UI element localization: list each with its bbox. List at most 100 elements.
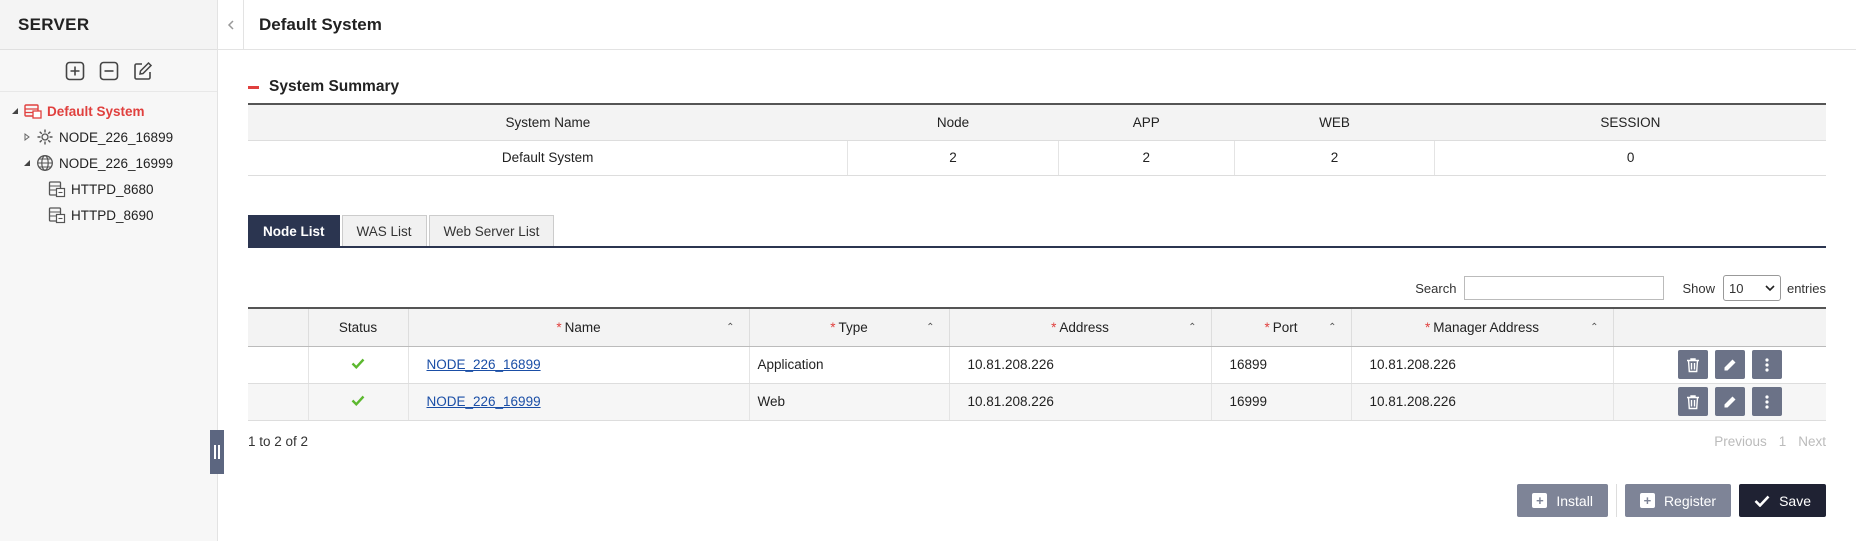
table-header-row: Status * Name ⌃ * Type ⌃ * Address ⌃ * Port ⌃ * M… <box>248 307 1826 347</box>
install-button[interactable]: + Install <box>1517 484 1608 517</box>
col-name-label: Name <box>564 319 601 335</box>
col-type[interactable]: * Type ⌃ <box>749 307 950 347</box>
summary-row: Default System 2 2 2 0 <box>248 140 1826 176</box>
entries-select[interactable]: 10 <box>1722 275 1781 301</box>
pencil-icon[interactable] <box>1714 350 1745 379</box>
address-cell: 10.81.208.226 <box>949 383 1212 421</box>
chevron-left-icon <box>227 19 234 30</box>
tab-was-list[interactable]: WAS List <box>341 215 427 246</box>
summary-col-system-name: System Name <box>248 103 848 141</box>
tree-item-label: NODE_226_16899 <box>59 129 174 145</box>
tree-item-default-system[interactable]: Default System <box>0 98 217 124</box>
plus-square-icon[interactable] <box>64 60 86 82</box>
save-button-label: Save <box>1779 492 1811 509</box>
pagination-page[interactable]: 1 <box>1779 434 1787 449</box>
table-info: 1 to 2 of 2 <box>248 434 309 449</box>
col-name[interactable]: * Name ⌃ <box>408 307 750 347</box>
server-icon <box>48 206 66 224</box>
more-vertical-icon[interactable] <box>1751 350 1782 379</box>
col-port-label: Port <box>1272 319 1298 335</box>
type-cell: Application <box>749 346 950 384</box>
tree-item-node-16999[interactable]: NODE_226_16999 <box>0 150 217 176</box>
show-label: Show <box>1682 280 1715 296</box>
list-tabs: Node List WAS List Web Server List <box>248 215 1826 248</box>
sort-up-icon[interactable]: ⌃ <box>1188 322 1196 333</box>
summary-cell: 2 <box>847 140 1059 176</box>
footer-actions: + Install + Register Save <box>1517 484 1826 517</box>
register-button[interactable]: + Register <box>1624 484 1732 517</box>
tab-web-server-list[interactable]: Web Server List <box>428 215 555 246</box>
summary-col-app: APP <box>1058 103 1235 141</box>
port-cell: 16899 <box>1211 346 1352 384</box>
pagination-next[interactable]: Next <box>1798 434 1826 449</box>
col-address[interactable]: * Address ⌃ <box>949 307 1212 347</box>
tab-node-list[interactable]: Node List <box>248 215 340 246</box>
gear-icon <box>36 128 54 146</box>
col-status: Status <box>308 307 409 347</box>
caret-down-icon[interactable] <box>22 158 32 168</box>
summary-col-web: WEB <box>1234 103 1435 141</box>
row-select-cell[interactable] <box>248 346 309 384</box>
pagination-previous[interactable]: Previous <box>1714 434 1767 449</box>
node-name-link[interactable]: NODE_226_16999 <box>427 394 541 409</box>
tree-item-label: Default System <box>47 103 145 119</box>
plus-icon: + <box>1532 493 1548 508</box>
table-row[interactable]: NODE_226_16999 Web 10.81.208.226 16999 1… <box>248 383 1826 421</box>
sort-up-icon[interactable]: ⌃ <box>1328 322 1336 333</box>
sidebar: SERVER Default System NODE_226_16899 NOD… <box>0 0 218 541</box>
system-summary-table: System Name Node APP WEB SESSION Default… <box>248 103 1826 176</box>
name-cell: NODE_226_16999 <box>408 383 750 421</box>
system-icon <box>24 102 42 120</box>
panel-splitter-handle[interactable] <box>210 430 224 474</box>
sort-up-icon[interactable]: ⌃ <box>1590 322 1598 333</box>
more-vertical-icon[interactable] <box>1751 387 1782 416</box>
app-window: SERVER Default System NODE_226_16899 NOD… <box>0 0 1856 541</box>
summary-cell: 2 <box>1234 140 1436 176</box>
search-input[interactable] <box>1464 276 1665 300</box>
entries-select-value: 10 <box>1728 280 1744 296</box>
trash-icon[interactable] <box>1677 350 1708 379</box>
col-manager-address[interactable]: * Manager Address ⌃ <box>1351 307 1614 347</box>
sort-up-icon[interactable]: ⌃ <box>926 322 934 333</box>
caret-down-icon[interactable] <box>10 106 20 116</box>
plus-icon: + <box>1639 493 1655 508</box>
minus-square-icon[interactable] <box>98 60 120 82</box>
table-row[interactable]: NODE_226_16899 Application 10.81.208.226… <box>248 346 1826 384</box>
section-title: System Summary <box>248 78 399 96</box>
summary-col-node: Node <box>847 103 1059 141</box>
manager-address-cell: 10.81.208.226 <box>1351 383 1614 421</box>
edit-icon[interactable] <box>132 60 154 82</box>
page-title: Default System <box>244 0 1856 50</box>
actions-cell <box>1613 383 1826 421</box>
minus-icon[interactable] <box>248 85 259 89</box>
caret-right-icon[interactable] <box>22 132 32 142</box>
summary-cell: 0 <box>1434 140 1826 176</box>
chevron-down-icon <box>1765 284 1775 291</box>
save-button[interactable]: Save <box>1739 484 1826 517</box>
tree-item-label: NODE_226_16999 <box>59 155 174 171</box>
col-actions <box>1613 307 1826 347</box>
tree-item-label: HTTPD_8690 <box>71 207 154 223</box>
tree-item-httpd-8690[interactable]: HTTPD_8690 <box>0 202 217 228</box>
summary-cell: 2 <box>1058 140 1235 176</box>
server-tree: Default System NODE_226_16899 NODE_226_1… <box>0 92 217 228</box>
row-select-cell[interactable] <box>248 383 309 421</box>
col-port[interactable]: * Port ⌃ <box>1211 307 1352 347</box>
register-button-label: Register <box>1663 492 1717 509</box>
node-name-link[interactable]: NODE_226_16899 <box>427 357 541 372</box>
required-mark: * <box>1424 319 1431 335</box>
sort-up-icon[interactable]: ⌃ <box>726 322 734 333</box>
manager-address-cell: 10.81.208.226 <box>1351 346 1614 384</box>
trash-icon[interactable] <box>1677 387 1708 416</box>
required-mark: * <box>1051 319 1057 335</box>
type-cell: Web <box>749 383 950 421</box>
tree-item-node-16899[interactable]: NODE_226_16899 <box>0 124 217 150</box>
search-label: Search <box>1415 280 1457 296</box>
tree-item-httpd-8680[interactable]: HTTPD_8680 <box>0 176 217 202</box>
pencil-icon[interactable] <box>1714 387 1745 416</box>
col-manager-label: Manager Address <box>1433 319 1540 335</box>
address-cell: 10.81.208.226 <box>949 346 1212 384</box>
collapse-sidebar-button[interactable] <box>218 0 244 50</box>
col-select <box>248 307 309 347</box>
col-address-label: Address <box>1059 319 1109 335</box>
